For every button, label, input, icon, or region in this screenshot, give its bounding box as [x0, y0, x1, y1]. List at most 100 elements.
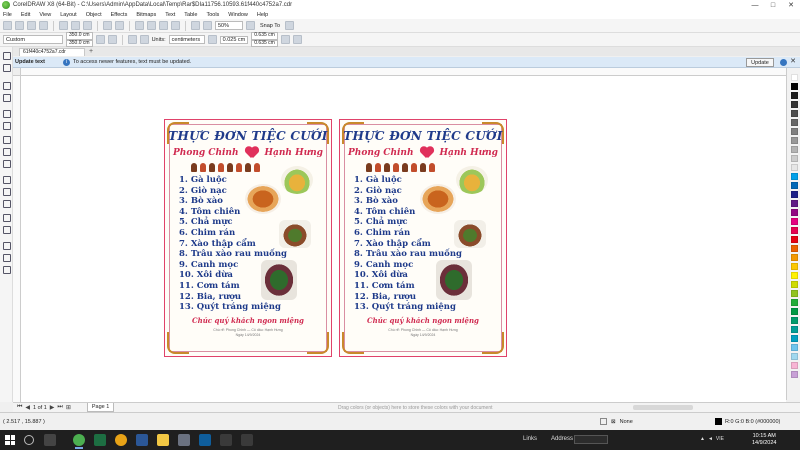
duplicate-y-input[interactable]: 0.635 cm	[251, 39, 278, 47]
add-frame-icon[interactable]	[292, 35, 302, 44]
menu-text[interactable]: Text	[165, 12, 175, 18]
copy-icon[interactable]	[71, 21, 80, 30]
color-swatch[interactable]	[791, 254, 798, 261]
page-width-input[interactable]: 350.0 cm	[66, 32, 93, 40]
all-pages-icon[interactable]	[127, 35, 137, 44]
help-icon[interactable]	[780, 59, 787, 66]
artistic-media-icon[interactable]	[2, 121, 11, 130]
add-tab-button[interactable]: +	[89, 48, 93, 55]
color-swatch[interactable]	[791, 200, 798, 207]
page-tab[interactable]: Page 1	[86, 403, 115, 412]
treat-as-filled-icon[interactable]	[280, 35, 290, 44]
color-swatch[interactable]	[791, 191, 798, 198]
landscape-icon[interactable]	[107, 35, 117, 44]
export-icon[interactable]	[159, 21, 168, 30]
address-input[interactable]	[574, 435, 608, 444]
color-swatch[interactable]	[791, 146, 798, 153]
menu-help[interactable]: Help	[257, 12, 268, 18]
transparency-tool-icon[interactable]	[2, 225, 11, 234]
publish-pdf-icon[interactable]	[171, 21, 180, 30]
color-swatch[interactable]	[791, 218, 798, 225]
color-swatch[interactable]	[791, 326, 798, 333]
polygon-tool-icon[interactable]	[2, 159, 11, 168]
drop-shadow-icon[interactable]	[2, 213, 11, 222]
next-page-icon[interactable]: ▶	[50, 404, 55, 411]
current-page-icon[interactable]	[139, 35, 149, 44]
portrait-icon[interactable]	[95, 35, 105, 44]
save-icon[interactable]	[27, 21, 36, 30]
ruler-origin[interactable]	[13, 68, 21, 76]
chrome-taskbar-icon[interactable]	[115, 434, 127, 446]
full-screen-icon[interactable]	[203, 21, 212, 30]
horizontal-ruler[interactable]	[21, 68, 786, 76]
clock[interactable]: 10:15 AM 14/9/2024	[752, 433, 776, 447]
first-page-icon[interactable]: ⏮	[17, 404, 22, 411]
app-taskbar-icon[interactable]	[220, 434, 232, 446]
new-document-icon[interactable]	[3, 21, 12, 30]
close-button[interactable]: ✕	[782, 0, 800, 10]
close-infobar-icon[interactable]: ✕	[790, 57, 796, 65]
open-icon[interactable]	[15, 21, 24, 30]
color-swatch[interactable]	[791, 74, 798, 81]
prev-page-icon[interactable]: ◀	[25, 404, 30, 411]
color-swatch[interactable]	[791, 227, 798, 234]
app-taskbar-icon[interactable]	[241, 434, 253, 446]
page-height-input[interactable]: 350.0 cm	[66, 39, 93, 47]
color-swatch[interactable]	[791, 299, 798, 306]
color-swatch[interactable]	[791, 110, 798, 117]
paste-icon[interactable]	[83, 21, 92, 30]
color-swatch[interactable]	[791, 263, 798, 270]
menu-bitmaps[interactable]: Bitmaps	[136, 12, 156, 18]
crop-tool-icon[interactable]	[2, 81, 11, 90]
color-swatch[interactable]	[791, 362, 798, 369]
shape-tool-icon[interactable]	[2, 63, 11, 72]
options-gear-icon[interactable]	[285, 21, 295, 30]
links-toolbar[interactable]: Links	[523, 436, 537, 442]
print-icon[interactable]	[39, 21, 48, 30]
color-swatch[interactable]	[791, 308, 798, 315]
maximize-button[interactable]: □	[764, 0, 782, 10]
last-page-icon[interactable]: ⏭	[57, 404, 62, 411]
coreldraw-taskbar-icon[interactable]	[73, 434, 85, 449]
snap-to-dropdown[interactable]: Snap To	[258, 23, 282, 29]
menu-card[interactable]: THỰC ĐƠN TIỆC CƯỚI Phong Chinh Hạnh Hưng…	[164, 119, 332, 357]
color-swatch[interactable]	[791, 317, 798, 324]
redo-icon[interactable]	[115, 21, 124, 30]
smart-fill-icon[interactable]	[2, 265, 11, 274]
document-tab[interactable]: 61f440c4752a7.cdr	[19, 48, 85, 56]
cut-icon[interactable]	[59, 21, 68, 30]
zoom-tool-icon[interactable]	[2, 93, 11, 102]
horizontal-scrollbar[interactable]	[633, 405, 693, 410]
minimize-button[interactable]: —	[746, 0, 764, 10]
duplicate-x-input[interactable]: 0.635 cm	[251, 32, 278, 40]
interactive-fill-icon[interactable]	[2, 253, 11, 262]
app-taskbar-icon[interactable]	[199, 434, 211, 446]
app-launcher-icon[interactable]	[191, 21, 200, 30]
text-tool-icon[interactable]	[2, 175, 11, 184]
network-icon[interactable]: ▲	[700, 436, 705, 442]
color-swatch[interactable]	[791, 290, 798, 297]
menu-layout[interactable]: Layout	[60, 12, 77, 18]
color-swatch[interactable]	[791, 92, 798, 99]
pick-tool-icon[interactable]	[2, 51, 11, 60]
color-swatch[interactable]	[791, 128, 798, 135]
menu-window[interactable]: Window	[228, 12, 248, 18]
word-taskbar-icon[interactable]	[136, 434, 148, 446]
import-icon[interactable]	[147, 21, 156, 30]
color-swatch[interactable]	[791, 335, 798, 342]
search-content-icon[interactable]	[135, 21, 144, 30]
drawing-canvas[interactable]: THỰC ĐƠN TIỆC CƯỚI Phong Chinh Hạnh Hưng…	[21, 76, 786, 402]
color-swatch[interactable]	[791, 353, 798, 360]
rulers-icon[interactable]	[246, 21, 255, 30]
color-swatch[interactable]	[791, 155, 798, 162]
page-preset-select[interactable]: Custom	[3, 35, 63, 44]
color-swatch[interactable]	[791, 137, 798, 144]
menu-table[interactable]: Table	[184, 12, 197, 18]
freehand-tool-icon[interactable]	[2, 109, 11, 118]
zoom-level-select[interactable]: 50%	[215, 21, 243, 30]
menu-view[interactable]: View	[39, 12, 51, 18]
undo-icon[interactable]	[103, 21, 112, 30]
color-swatch[interactable]	[791, 182, 798, 189]
outline-indicator[interactable]: R:0 G:0 B:0 (#000000)	[715, 418, 780, 425]
nudge-distance-input[interactable]: 0.025 cm	[219, 35, 249, 44]
